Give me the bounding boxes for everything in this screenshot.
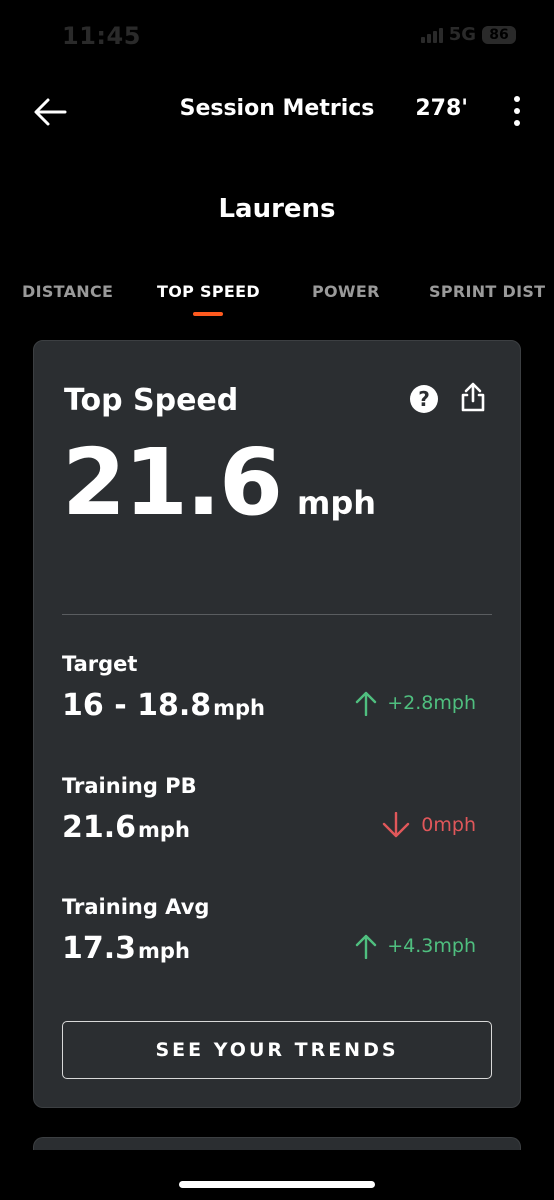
metric-label: Training Avg	[62, 895, 210, 919]
signal-icon	[420, 27, 443, 43]
header: Session Metrics 278'	[0, 80, 554, 140]
bottom-area	[0, 1150, 554, 1200]
page-title: Session Metrics	[179, 96, 375, 121]
player-name: Laurens	[218, 194, 336, 224]
arrow-up-icon	[356, 934, 377, 959]
metric-row-training-avg: Training Avg 17.3 mph +4.3mph	[62, 895, 492, 985]
help-icon[interactable]: ?	[410, 385, 438, 413]
share-icon[interactable]	[458, 381, 488, 413]
tab-power[interactable]: POWER	[312, 282, 380, 301]
arrow-up-icon	[356, 691, 377, 716]
metric-delta: +4.3mph	[355, 933, 476, 959]
metric-value: 17.3 mph	[62, 931, 190, 966]
status-bar: 11:45 5G 86	[0, 0, 554, 70]
status-time: 11:45	[62, 22, 141, 50]
metric-row-target: Target 16 - 18.8 mph +2.8mph	[62, 652, 492, 742]
metric-number: 21.6	[62, 810, 137, 845]
active-tab-indicator	[193, 312, 224, 316]
card-title: Top Speed	[64, 383, 239, 418]
tab-top-speed[interactable]: TOP SPEED	[157, 282, 260, 316]
metric-number: 17.3	[62, 931, 137, 966]
more-options-button[interactable]	[502, 94, 532, 128]
metric-row-training-pb: Training PB 21.6 mph 0mph	[62, 774, 492, 864]
metric-label: Training PB	[62, 774, 197, 798]
metric-delta: +2.8mph	[355, 690, 476, 716]
status-icons: 5G 86	[420, 24, 516, 45]
header-count: 278'	[415, 96, 468, 121]
metric-label: Target	[62, 652, 138, 676]
network-label: 5G	[448, 24, 476, 45]
more-dot	[514, 96, 520, 102]
home-indicator[interactable]	[179, 1181, 375, 1188]
metric-value: 21.6 mph	[62, 810, 190, 845]
tab-sprint-dist[interactable]: SPRINT DIST	[429, 282, 545, 301]
delta-value: +4.3mph	[387, 935, 476, 957]
metric-unit: mph	[138, 818, 190, 842]
metric-number: 16 - 18.8	[62, 688, 212, 723]
battery-icon: 86	[482, 25, 516, 44]
top-speed-value: 21.6 mph	[62, 437, 376, 529]
divider	[62, 614, 492, 615]
metric-value: 16 - 18.8 mph	[62, 688, 265, 723]
more-dot	[514, 108, 520, 114]
top-speed-number: 21.6	[62, 429, 283, 536]
tab-top-speed-label: TOP SPEED	[157, 282, 260, 301]
metric-unit: mph	[138, 939, 190, 963]
delta-value: 0mph	[421, 814, 476, 836]
metric-tabs: DISTANCE TOP SPEED POWER SPRINT DIST	[0, 282, 554, 322]
arrow-down-icon	[383, 812, 410, 838]
see-trends-button[interactable]: SEE YOUR TRENDS	[62, 1021, 492, 1079]
metric-delta: 0mph	[381, 812, 476, 838]
metric-unit: mph	[213, 696, 265, 720]
top-speed-card: Top Speed ? 21.6 mph Target 16 - 18.8 mp…	[33, 340, 521, 1108]
tab-distance[interactable]: DISTANCE	[22, 282, 113, 301]
more-dot	[514, 120, 520, 126]
top-speed-unit: mph	[297, 484, 377, 522]
delta-value: +2.8mph	[387, 692, 476, 714]
